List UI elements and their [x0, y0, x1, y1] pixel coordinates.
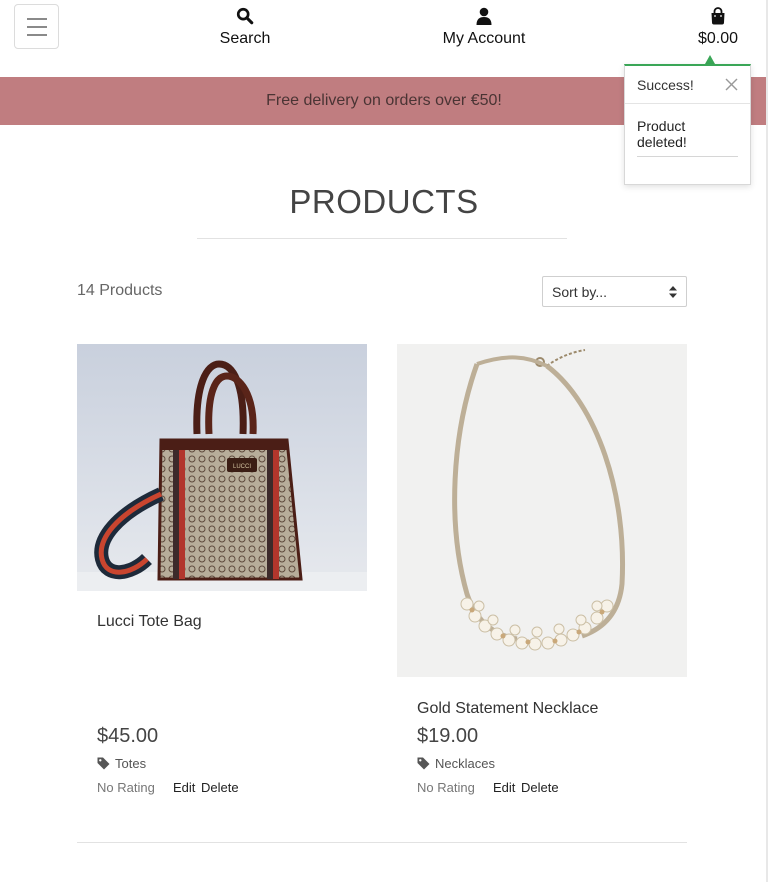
title-divider: [197, 238, 567, 239]
product-card: [397, 344, 687, 677]
delivery-banner-text: Free delivery on orders over €50!: [266, 92, 502, 109]
toast-title: Success!: [637, 76, 694, 93]
toast-header: Success!: [625, 66, 750, 104]
my-account-link[interactable]: My Account: [430, 6, 538, 48]
close-icon[interactable]: [725, 78, 738, 91]
tag-icon: [417, 757, 430, 770]
success-toast: Success! Product deleted!: [624, 64, 751, 185]
product-name[interactable]: Lucci Tote Bag: [97, 613, 202, 631]
bag-total: $0.00: [697, 30, 739, 47]
shopping-bag-icon: [711, 7, 725, 25]
sort-selected-value: Sort by...: [552, 283, 607, 300]
product-image[interactable]: LUCCI: [77, 344, 367, 591]
search-link[interactable]: Search: [205, 6, 285, 48]
product-category-link[interactable]: Necklaces: [417, 756, 495, 771]
toast-body: Product deleted!: [625, 104, 750, 157]
product-rating: No Rating: [417, 780, 475, 795]
delete-product-link[interactable]: Delete: [521, 780, 559, 795]
page-title: PRODUCTS: [289, 183, 479, 220]
hamburger-icon: [26, 17, 47, 20]
hamburger-icon-bar: [26, 25, 47, 28]
product-category: Totes: [115, 756, 147, 771]
account-label: My Account: [442, 30, 526, 47]
search-icon: [236, 7, 254, 25]
shopping-bag-link[interactable]: $0.00: [688, 6, 748, 48]
product-card: LUCCI Lucci Tote Bag: [77, 344, 367, 630]
select-arrows-icon: [669, 285, 677, 298]
product-rating: No Rating: [97, 780, 155, 795]
menu-toggle-button[interactable]: [14, 4, 59, 49]
tag-icon: [97, 757, 110, 770]
hamburger-icon-bar: [26, 33, 47, 36]
toast-arrow: [705, 55, 715, 64]
product-count: 14 Products: [77, 282, 163, 299]
section-divider: [77, 842, 687, 843]
edit-product-link[interactable]: Edit: [173, 780, 195, 795]
product-price: $19.00: [417, 725, 479, 747]
delete-product-link[interactable]: Delete: [201, 780, 239, 795]
product-image[interactable]: [397, 344, 687, 677]
user-icon: [476, 7, 492, 25]
edit-product-link[interactable]: Edit: [493, 780, 515, 795]
svg-text:LUCCI: LUCCI: [233, 464, 251, 470]
product-category: Necklaces: [435, 756, 495, 771]
sort-select[interactable]: Sort by...: [542, 276, 687, 307]
product-category-link[interactable]: Totes: [97, 756, 146, 771]
search-label: Search: [219, 30, 271, 47]
product-name[interactable]: Gold Statement Necklace: [417, 700, 598, 718]
toast-message: Product deleted!: [637, 118, 738, 157]
product-price: $45.00: [97, 725, 159, 747]
